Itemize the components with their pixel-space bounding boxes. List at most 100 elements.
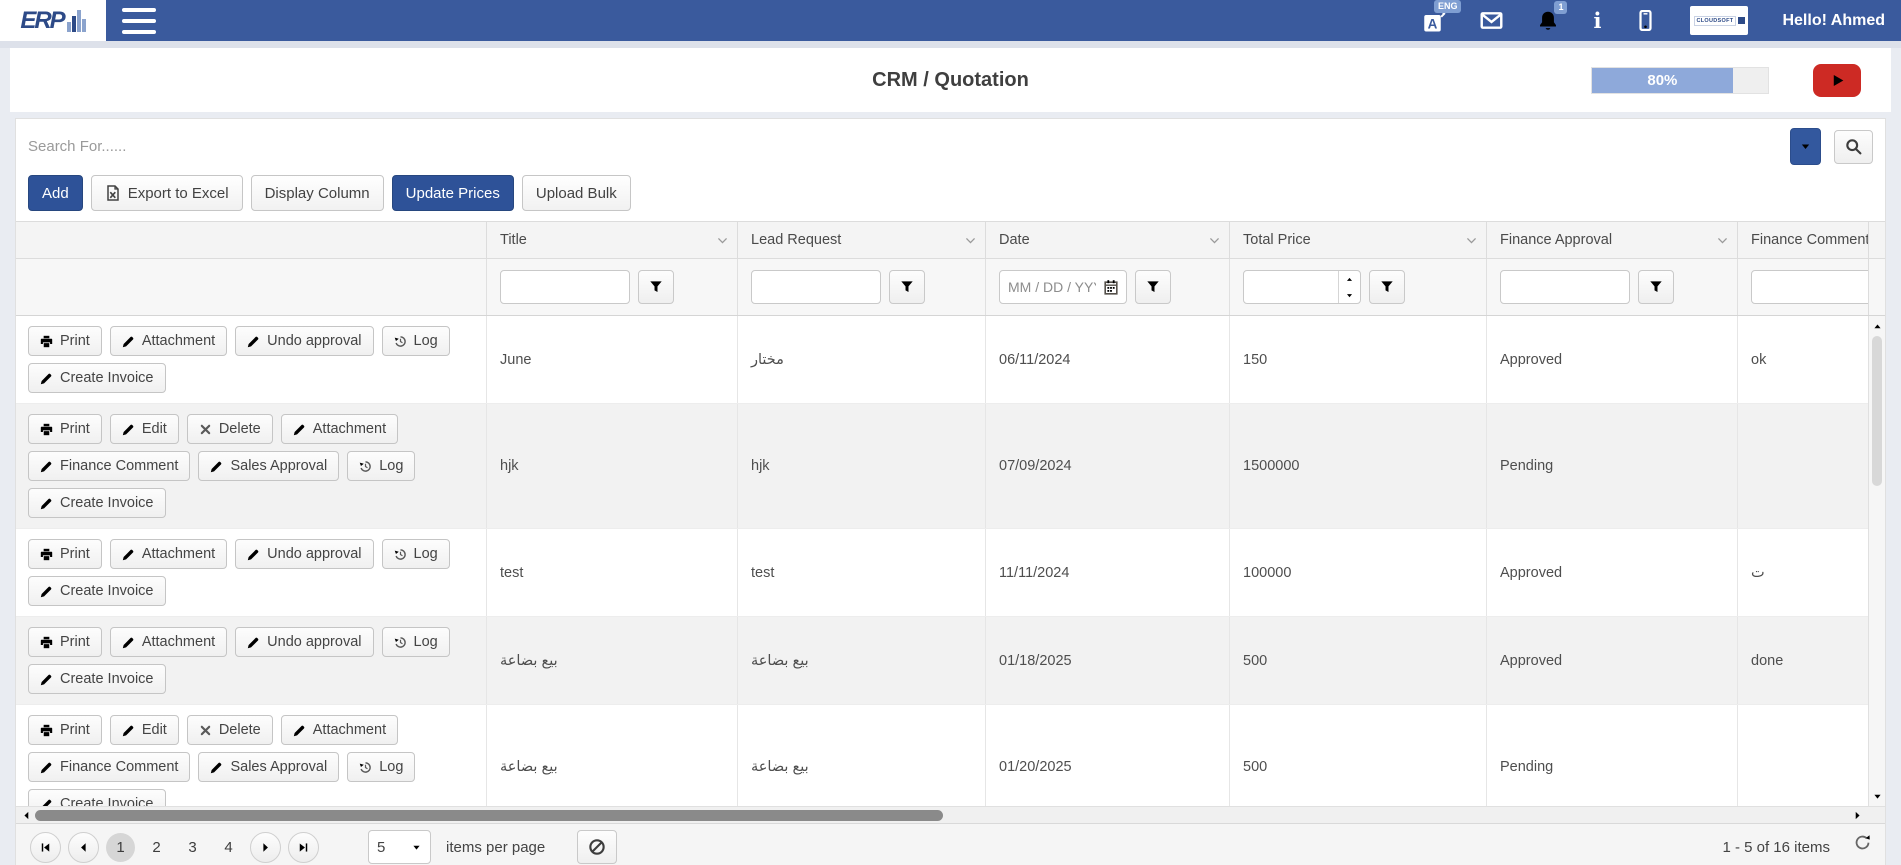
notifications-button[interactable]: 1 [1537,10,1559,32]
vertical-scrollbar[interactable] [1868,316,1885,806]
row-action-log-button[interactable]: Log [382,627,450,657]
language-button[interactable]: ENG [1422,9,1446,33]
refresh-button[interactable] [1854,834,1871,851]
row-action-undo-approval-button[interactable]: Undo approval [235,539,373,569]
filter-finance-comment-input[interactable] [1751,270,1868,304]
row-action-undo-approval-button[interactable]: Undo approval [235,627,373,657]
row-action-attachment-button[interactable]: Attachment [110,326,227,356]
pager-summary: 1 - 5 of 16 items [1722,839,1830,856]
pager-page-4[interactable]: 4 [214,833,243,862]
export-excel-button[interactable]: Export to Excel [91,175,243,211]
brand-logo-text: CLOUDSOFT [1694,16,1737,26]
row-action-create-invoice-button[interactable]: Create Invoice [28,576,166,606]
row-action-print-button[interactable]: Print [28,326,102,356]
column-header-finance-approval[interactable]: Finance Approval [1486,222,1737,258]
info-button[interactable]: i [1593,11,1601,31]
row-action-edit-button[interactable]: Edit [110,414,179,444]
row-action-create-invoice-button[interactable]: Create Invoice [28,664,166,694]
vertical-scroll-thumb[interactable] [1872,336,1882,486]
user-greeting[interactable]: Hello! Ahmed [1782,12,1885,30]
filter-title-button[interactable] [638,270,674,304]
filter-total-price-button[interactable] [1369,270,1405,304]
column-header-title[interactable]: Title [486,222,737,258]
row-action-delete-button[interactable]: Delete [187,414,273,444]
row-action-log-button[interactable]: Log [382,326,450,356]
spinner-down-button[interactable] [1339,287,1360,303]
grid-filter-row [16,259,1885,316]
scroll-left-button[interactable] [18,807,34,823]
row-action-log-button[interactable]: Log [382,539,450,569]
chevron-down-icon[interactable] [964,234,977,247]
column-header-finance-comment[interactable]: Finance Comment [1737,222,1868,258]
row-action-attachment-button[interactable]: Attachment [110,539,227,569]
row-action-log-button[interactable]: Log [347,752,415,782]
arrow-right-icon [1852,810,1863,821]
pager-first-button[interactable] [30,832,61,863]
upload-bulk-button[interactable]: Upload Bulk [522,175,631,211]
scroll-up-button[interactable] [1869,318,1885,334]
horizontal-scrollbar[interactable] [16,806,1885,823]
chevron-down-icon[interactable] [1465,234,1478,247]
filter-date-button[interactable] [1135,270,1171,304]
row-action-finance-comment-button[interactable]: Finance Comment [28,451,190,481]
row-action-finance-comment-button[interactable]: Finance Comment [28,752,190,782]
row-action-delete-button[interactable]: Delete [187,715,273,745]
search-dropdown-button[interactable] [1790,128,1821,165]
table-cell: 01/20/2025 [985,705,1229,806]
pager-page-3[interactable]: 3 [178,833,207,862]
search-button[interactable] [1834,130,1873,164]
scroll-right-button[interactable] [1849,807,1865,823]
grid-body-wrap: Print Attachment Undo approval Log Create In… [16,316,1885,806]
row-action-attachment-button[interactable]: Attachment [281,715,398,745]
search-input[interactable] [28,129,1777,165]
row-action-print-button[interactable]: Print [28,715,102,745]
chevron-down-icon[interactable] [1208,234,1221,247]
pager-next-button[interactable] [250,832,281,863]
filter-lead-request-button[interactable] [889,270,925,304]
row-action-print-button[interactable]: Print [28,539,102,569]
cancel-button[interactable] [577,830,617,864]
row-action-undo-approval-button[interactable]: Undo approval [235,326,373,356]
row-action-create-invoice-button[interactable]: Create Invoice [28,363,166,393]
column-header-lead-request[interactable]: Lead Request [737,222,985,258]
hamburger-menu-button[interactable] [122,8,156,34]
row-action-create-invoice-button[interactable]: Create Invoice [28,789,166,806]
chevron-down-icon[interactable] [1716,234,1729,247]
arrow-right-icon [259,841,272,854]
row-action-log-button[interactable]: Log [347,451,415,481]
add-button[interactable]: Add [28,175,83,211]
pager-last-button[interactable] [288,832,319,863]
page-size-select[interactable]: 5 [368,830,431,864]
row-action-edit-button[interactable]: Edit [110,715,179,745]
date-picker-button[interactable] [1098,275,1124,299]
filter-finance-approval-input[interactable] [1500,270,1630,304]
mobile-app-button[interactable] [1635,10,1656,31]
chevron-down-icon[interactable] [716,234,729,247]
spinner-up-button[interactable] [1339,271,1360,287]
row-action-sales-approval-button[interactable]: Sales Approval [198,451,339,481]
data-grid: Title Lead Request Date Total Price Fina… [16,221,1885,865]
column-header-total-price[interactable]: Total Price [1229,222,1486,258]
row-action-attachment-button[interactable]: Attachment [281,414,398,444]
pager-page-1[interactable]: 1 [106,833,135,862]
scroll-down-button[interactable] [1869,788,1885,804]
excel-icon [105,185,121,201]
filter-title-input[interactable] [500,270,630,304]
column-header-date[interactable]: Date [985,222,1229,258]
mail-button[interactable] [1480,9,1503,32]
filter-lead-request-input[interactable] [751,270,881,304]
row-action-attachment-button[interactable]: Attachment [110,627,227,657]
horizontal-scroll-thumb[interactable] [35,810,943,821]
app-logo[interactable]: ERP [0,0,106,41]
funnel-icon [1649,280,1663,294]
pager-prev-button[interactable] [68,832,99,863]
record-play-button[interactable] [1813,64,1861,97]
row-action-create-invoice-button[interactable]: Create Invoice [28,488,166,518]
row-action-print-button[interactable]: Print [28,627,102,657]
row-action-print-button[interactable]: Print [28,414,102,444]
filter-finance-approval-button[interactable] [1638,270,1674,304]
pager-page-2[interactable]: 2 [142,833,171,862]
update-prices-button[interactable]: Update Prices [392,175,514,211]
display-column-button[interactable]: Display Column [251,175,384,211]
row-action-sales-approval-button[interactable]: Sales Approval [198,752,339,782]
